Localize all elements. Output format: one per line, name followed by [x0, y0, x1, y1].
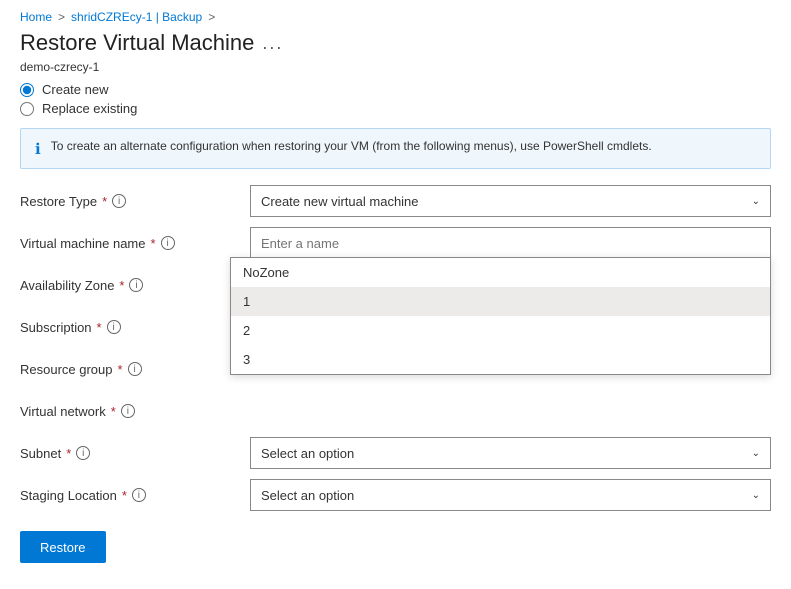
- restore-type-value: Create new virtual machine: [261, 194, 419, 209]
- availability-zone-required: *: [119, 278, 124, 293]
- more-options-icon[interactable]: ...: [262, 33, 283, 54]
- staging-location-info-icon[interactable]: i: [132, 488, 146, 502]
- info-banner: ℹ To create an alternate configuration w…: [20, 128, 771, 169]
- page-title: Restore Virtual Machine: [20, 30, 254, 56]
- staging-location-row: Staging Location * i Select an option ⌄: [20, 477, 771, 513]
- radio-create-new[interactable]: Create new: [20, 82, 771, 97]
- restore-type-control: Create new virtual machine ⌄: [250, 185, 771, 217]
- restore-type-row: Restore Type * i Create new virtual mach…: [20, 183, 771, 219]
- vm-name-row: Virtual machine name * i: [20, 225, 771, 261]
- az-option-1[interactable]: 1: [231, 287, 770, 316]
- subnet-required: *: [66, 446, 71, 461]
- vm-name-info-icon[interactable]: i: [161, 236, 175, 250]
- subnet-dropdown[interactable]: Select an option ⌄: [250, 437, 771, 469]
- restore-type-dropdown[interactable]: Create new virtual machine ⌄: [250, 185, 771, 217]
- breadcrumb-home[interactable]: Home: [20, 10, 52, 24]
- availability-zone-label: Availability Zone * i: [20, 278, 250, 293]
- info-icon: ℹ: [35, 140, 41, 158]
- az-option-nozone[interactable]: NoZone: [231, 258, 770, 287]
- radio-replace-existing[interactable]: Replace existing: [20, 101, 771, 116]
- staging-location-required: *: [122, 488, 127, 503]
- subnet-info-icon[interactable]: i: [76, 446, 90, 460]
- az-option-3[interactable]: 3: [231, 345, 770, 374]
- resource-group-label: Resource group * i: [20, 362, 250, 377]
- radio-group: Create new Replace existing: [0, 82, 791, 128]
- staging-location-value: Select an option: [261, 488, 354, 503]
- restore-type-required: *: [102, 194, 107, 209]
- subnet-chevron: ⌄: [752, 448, 760, 459]
- staging-location-chevron: ⌄: [752, 490, 760, 501]
- vm-name-required: *: [151, 236, 156, 251]
- form-area: Restore Type * i Create new virtual mach…: [0, 183, 791, 513]
- vm-name-control: [250, 227, 771, 259]
- availability-zone-info-icon[interactable]: i: [129, 278, 143, 292]
- subscription-info-icon[interactable]: i: [107, 320, 121, 334]
- subnet-label: Subnet * i: [20, 446, 250, 461]
- subnet-value: Select an option: [261, 446, 354, 461]
- radio-replace-existing-input[interactable]: [20, 102, 34, 116]
- restore-type-label: Restore Type * i: [20, 194, 250, 209]
- subtitle: demo-czrecy-1: [0, 60, 791, 82]
- virtual-network-row: Virtual network * i: [20, 393, 771, 429]
- breadcrumb-backup[interactable]: shridCZREcy-1 | Backup: [71, 10, 202, 24]
- radio-create-new-label: Create new: [42, 82, 108, 97]
- availability-zone-menu: NoZone 1 2 3: [230, 257, 771, 375]
- staging-location-label: Staging Location * i: [20, 488, 250, 503]
- virtual-network-required: *: [111, 404, 116, 419]
- breadcrumb-sep2: >: [208, 10, 215, 24]
- subscription-label: Subscription * i: [20, 320, 250, 335]
- radio-replace-existing-label: Replace existing: [42, 101, 137, 116]
- subnet-control: Select an option ⌄: [250, 437, 771, 469]
- breadcrumb-sep1: >: [58, 10, 65, 24]
- restore-type-chevron: ⌄: [752, 196, 760, 207]
- restore-type-info-icon[interactable]: i: [112, 194, 126, 208]
- az-option-2[interactable]: 2: [231, 316, 770, 345]
- subscription-required: *: [97, 320, 102, 335]
- vm-name-input[interactable]: [250, 227, 771, 259]
- resource-group-info-icon[interactable]: i: [128, 362, 142, 376]
- footer: Restore: [0, 519, 791, 563]
- staging-location-dropdown[interactable]: Select an option ⌄: [250, 479, 771, 511]
- radio-create-new-input[interactable]: [20, 83, 34, 97]
- vm-name-label: Virtual machine name * i: [20, 236, 250, 251]
- subnet-row: Subnet * i Select an option ⌄: [20, 435, 771, 471]
- title-row: Restore Virtual Machine ...: [0, 30, 791, 60]
- virtual-network-info-icon[interactable]: i: [121, 404, 135, 418]
- staging-location-control: Select an option ⌄: [250, 479, 771, 511]
- restore-button[interactable]: Restore: [20, 531, 106, 563]
- breadcrumb: Home > shridCZREcy-1 | Backup >: [0, 0, 791, 30]
- info-banner-text: To create an alternate configuration whe…: [51, 139, 652, 153]
- resource-group-required: *: [118, 362, 123, 377]
- virtual-network-label: Virtual network * i: [20, 404, 250, 419]
